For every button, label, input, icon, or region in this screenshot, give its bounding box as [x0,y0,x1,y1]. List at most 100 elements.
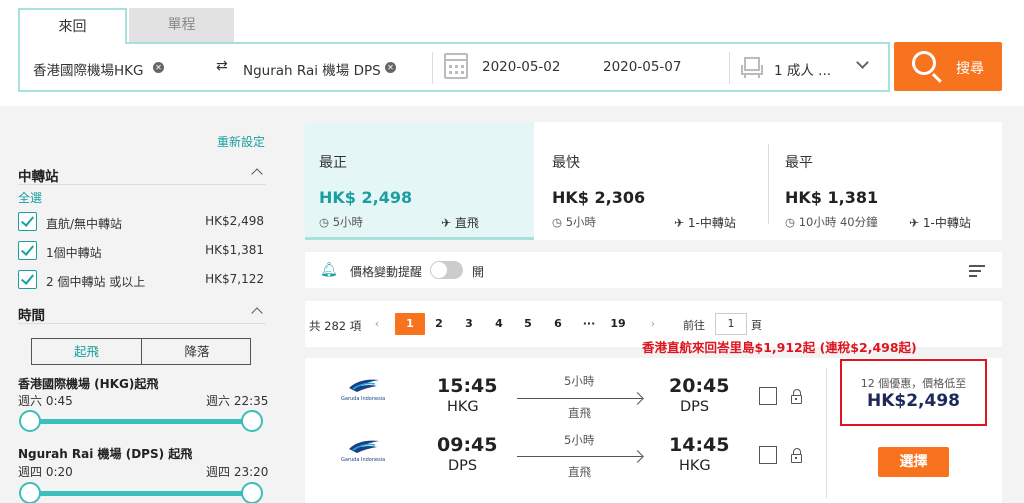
summary-stops: ✈ 直飛 [441,214,479,231]
airline-logo: Garuda Indonesia [341,434,385,466]
compare-checkbox[interactable] [759,387,777,405]
summary-price: HK$ 2,306 [552,188,646,207]
page-2[interactable]: 2 [431,313,447,335]
checkbox[interactable] [18,212,37,231]
search-button[interactable]: 搜尋 [894,42,1002,91]
total-count: 共 282 項 [309,319,362,333]
price-alert-state: 開 [472,265,485,279]
tab-round-trip[interactable]: 來回 [18,8,127,44]
clock-icon: ◷ [785,215,799,229]
swap-icon[interactable]: ⇄ [216,58,228,74]
sort-summary: 最正 HK$ 2,498 ◷ 5小時 ✈ 直飛 最快 HK$ 2,306 ◷ 5… [305,122,1002,240]
range-from-hkg: 週六 0:45 [18,394,73,408]
time-slider-track[interactable] [30,491,252,496]
select-flight-button[interactable]: 選擇 [878,447,949,477]
time-section-title: 時間 [18,308,45,324]
price-summary: 12 個優惠，價格低至 HK$2,498 [840,359,987,426]
option-label: 2 個中轉站 或以上 [46,275,146,289]
clock-icon: ◷ [319,215,333,229]
return-date-field[interactable]: 2020-05-07 [603,59,681,75]
divider [826,368,827,498]
sort-icon[interactable] [969,265,985,280]
stops-option-direct[interactable]: 直航/無中轉站 HK$2,498 [18,212,266,234]
page-5[interactable]: 5 [520,313,536,335]
price-alert-toggle[interactable] [430,261,463,279]
stops-text: 1-中轉站 [922,216,971,230]
option-price: HK$7,122 [205,272,264,286]
checkbox[interactable] [18,241,37,260]
page-3[interactable]: 3 [461,313,477,335]
flight-result-card: Garuda Indonesia 15:45 HKG 5小時 直飛 20:45 … [305,358,1002,503]
search-button-label: 搜尋 [956,61,984,77]
page-ellipsis[interactable]: ··· [579,313,599,335]
page-1[interactable]: 1 [395,313,425,335]
goto-label: 前往 [683,319,705,332]
reset-filters-link[interactable]: 重新設定 [217,133,265,150]
divider [729,52,730,84]
inbound-type: 直飛 [568,465,591,479]
tab-takeoff[interactable]: 起飛 [32,339,142,364]
page-6[interactable]: 6 [550,313,566,335]
inbound-arr-code: HKG [679,458,711,474]
chevron-up-icon[interactable] [251,307,263,319]
search-icon [912,51,936,75]
time-slider-end-handle[interactable] [241,482,263,503]
outbound-arr-code: DPS [680,399,710,415]
time-slider-track[interactable] [30,419,252,424]
summary-duration: ◷ 5小時 [552,214,596,230]
prev-page-icon[interactable]: ‹ [369,313,385,335]
summary-cheapest[interactable]: 最平 HK$ 1,381 ◷ 10小時 40分鐘 ✈ 1-中轉站 [771,122,1002,240]
seat-icon [741,57,763,78]
outbound-dep-time: 15:45 [437,375,498,397]
time-slider-end-handle[interactable] [241,410,263,432]
airline-logo: Garuda Indonesia [341,373,385,405]
select-all-link[interactable]: 全選 [18,189,42,206]
lock-icon[interactable] [791,389,802,404]
search-form: 香港國際機場HKG ✕ ⇄ Ngurah Rai 機場 DPS ✕ 2020-0… [18,42,890,92]
stops-text: 直飛 [454,216,479,230]
plane-icon: ✈ [909,216,923,230]
chevron-down-icon[interactable] [856,56,869,69]
next-page-icon[interactable]: › [645,313,661,335]
range-to-dps: 週四 23:20 [206,465,269,479]
page-19[interactable]: 19 [608,313,628,335]
clear-origin-icon[interactable]: ✕ [153,62,164,73]
time-mode-toggle: 起飛 降落 [31,338,251,365]
compare-checkbox[interactable] [759,446,777,464]
tab-one-way[interactable]: 單程 [129,8,234,44]
bell-icon: 🔔︎ [320,262,338,278]
summary-duration: ◷ 10小時 40分鐘 [785,214,878,230]
stops-option-two-plus[interactable]: 2 個中轉站 或以上 HK$7,122 [18,270,266,292]
summary-title: 最平 [785,155,813,171]
calendar-icon[interactable] [444,53,468,79]
checkbox[interactable] [18,270,37,289]
lock-icon[interactable] [791,448,802,463]
stops-option-one[interactable]: 1個中轉站 HK$1,381 [18,241,266,263]
origin-field[interactable]: 香港國際機場HKG [33,59,143,79]
chevron-up-icon[interactable] [251,168,263,180]
destination-field[interactable]: Ngurah Rai 機場 DPS [243,59,381,79]
page-4[interactable]: 4 [491,313,507,335]
time-slider-start-handle[interactable] [19,410,41,432]
summary-stops: ✈ 1-中轉站 [909,214,971,231]
summary-fastest[interactable]: 最快 HK$ 2,306 ◷ 5小時 ✈ 1-中轉站 [538,122,767,240]
airline-caption: Garuda Indonesia [341,396,386,402]
airline-caption: Garuda Indonesia [341,457,386,463]
summary-price: HK$ 1,381 [785,188,879,207]
clock-icon: ◷ [552,215,566,229]
goto-suffix: 頁 [751,319,762,332]
tab-landing[interactable]: 降落 [142,339,252,364]
option-label: 1個中轉站 [46,246,102,260]
outbound-type: 直飛 [568,406,591,420]
depart-date-field[interactable]: 2020-05-02 [482,59,560,75]
time-slider-start-handle[interactable] [19,482,41,503]
clear-destination-icon[interactable]: ✕ [385,62,396,73]
outbound-duration: 5小時 [564,374,595,388]
passengers-field[interactable]: 1 成人 ... [774,59,831,79]
summary-best[interactable]: 最正 HK$ 2,498 ◷ 5小時 ✈ 直飛 [305,122,534,240]
duration-text: 5小時 [565,215,597,229]
summary-duration: ◷ 5小時 [319,214,363,230]
duration-text: 5小時 [332,215,364,229]
goto-page-input[interactable]: 1 [715,313,747,335]
option-price: HK$1,381 [205,243,264,257]
